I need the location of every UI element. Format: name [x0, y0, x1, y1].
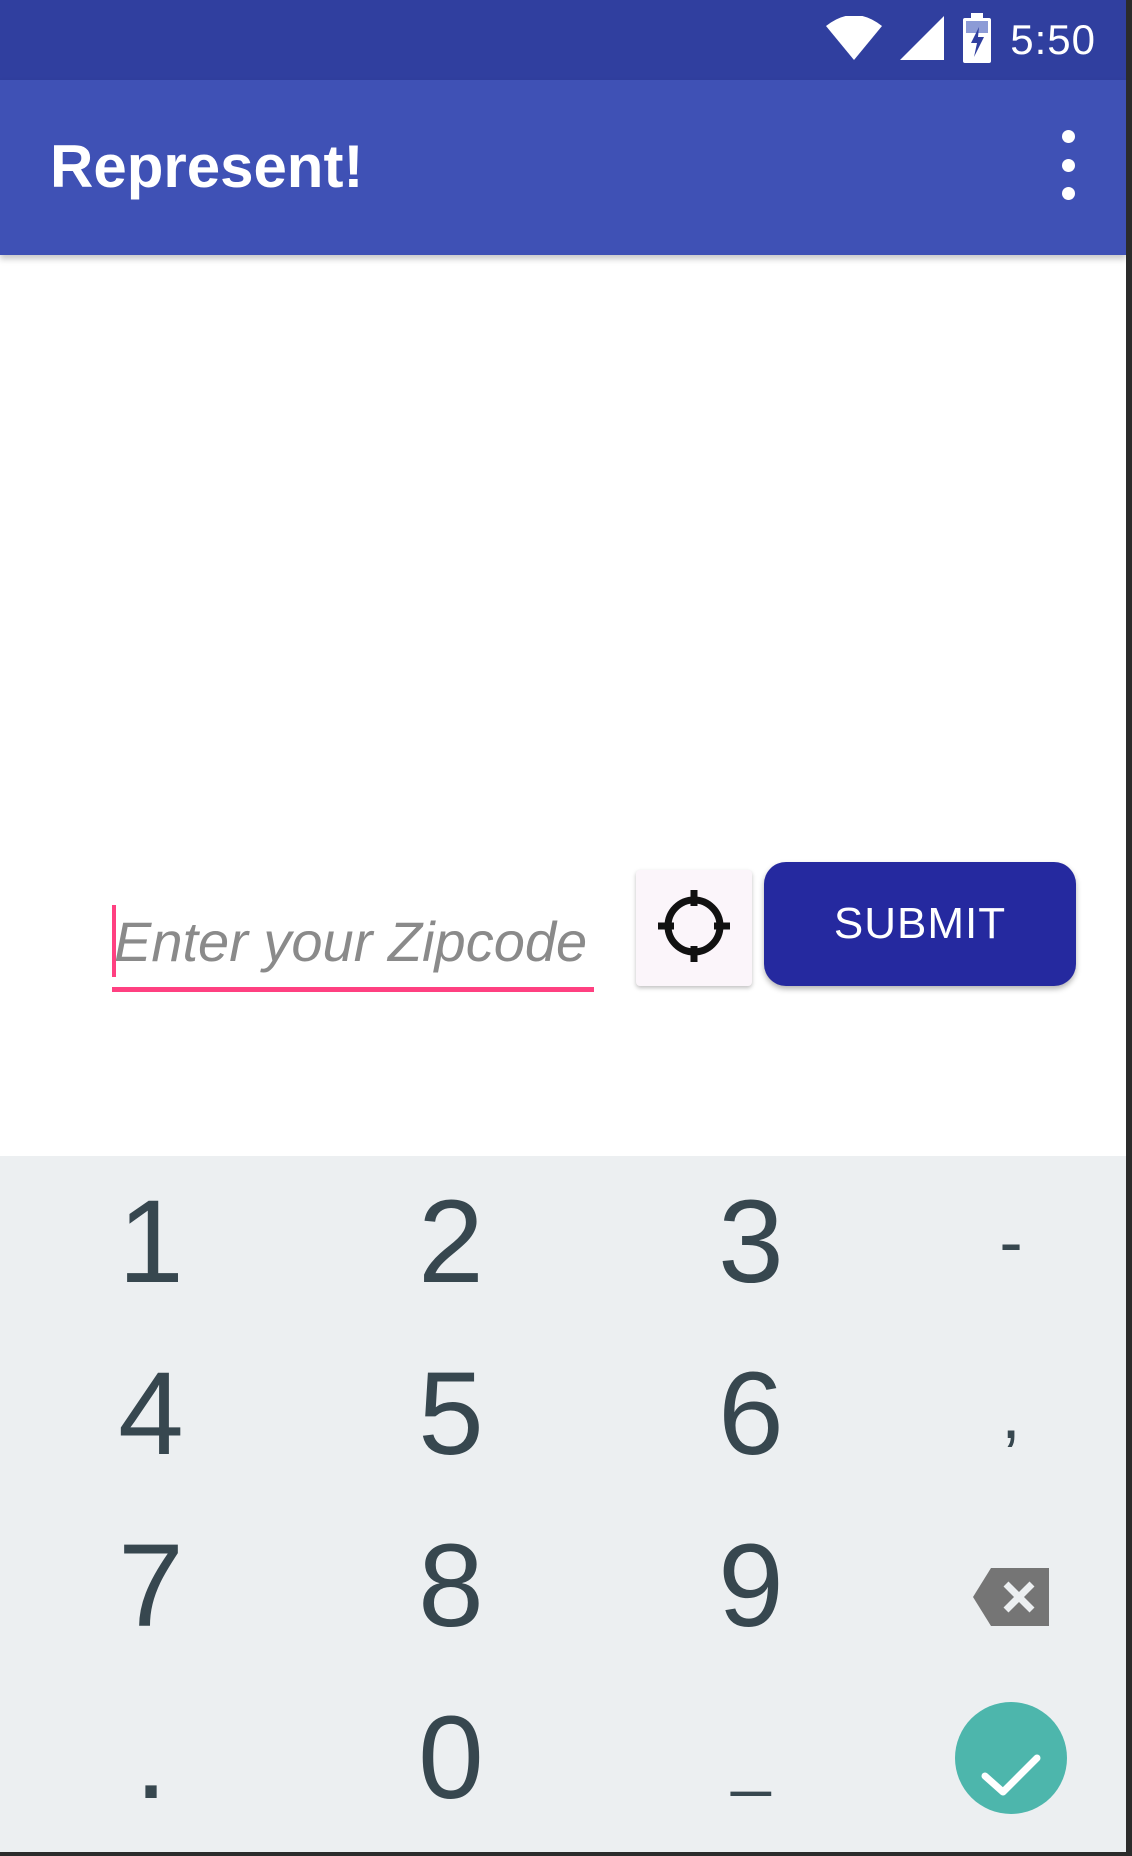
zipcode-input[interactable] — [112, 895, 596, 987]
key-period[interactable]: . — [10, 1672, 292, 1844]
battery-charging-icon — [962, 12, 992, 68]
key-hyphen[interactable]: - — [870, 1156, 1132, 1328]
key-0[interactable]: 0 — [310, 1672, 592, 1844]
key-backspace[interactable] — [870, 1500, 1132, 1672]
key-5[interactable]: 5 — [310, 1328, 592, 1500]
menu-dot — [1061, 187, 1075, 200]
key-7[interactable]: 7 — [10, 1500, 292, 1672]
key-1[interactable]: 1 — [10, 1156, 292, 1328]
screen-border — [1126, 0, 1132, 1856]
backspace-icon — [973, 1518, 1049, 1654]
input-underline — [112, 987, 594, 992]
numeric-keyboard: 1 2 3 - 4 5 6 , 7 8 9 . 0 _ — [0, 1156, 1126, 1852]
app-title: Represent! — [50, 133, 364, 200]
key-9[interactable]: 9 — [610, 1500, 892, 1672]
status-time: 5:50 — [1010, 16, 1096, 63]
done-key-circle — [955, 1702, 1067, 1814]
key-8[interactable]: 8 — [310, 1500, 592, 1672]
key-4[interactable]: 4 — [10, 1328, 292, 1500]
app-bar: Represent! — [0, 80, 1126, 255]
menu-dot — [1061, 158, 1075, 172]
more-vert-icon[interactable] — [1048, 130, 1088, 200]
zipcode-field[interactable] — [112, 895, 596, 995]
text-cursor — [112, 905, 116, 977]
submit-button[interactable]: SUBMIT — [764, 862, 1076, 986]
locate-button[interactable] — [636, 870, 752, 986]
status-bar: 5:50 — [0, 0, 1126, 80]
screen-border — [0, 1852, 1132, 1856]
cell-signal-icon — [900, 15, 945, 65]
key-underscore[interactable]: _ — [610, 1672, 892, 1844]
wifi-icon — [826, 14, 883, 65]
checkmark-icon — [981, 1690, 1041, 1826]
menu-dot — [1061, 130, 1075, 143]
key-3[interactable]: 3 — [610, 1156, 892, 1328]
status-icons: 5:50 — [826, 12, 1096, 68]
key-2[interactable]: 2 — [310, 1156, 592, 1328]
key-comma[interactable]: , — [870, 1328, 1132, 1500]
my-location-icon — [654, 886, 734, 971]
key-done[interactable] — [870, 1672, 1132, 1844]
key-6[interactable]: 6 — [610, 1328, 892, 1500]
